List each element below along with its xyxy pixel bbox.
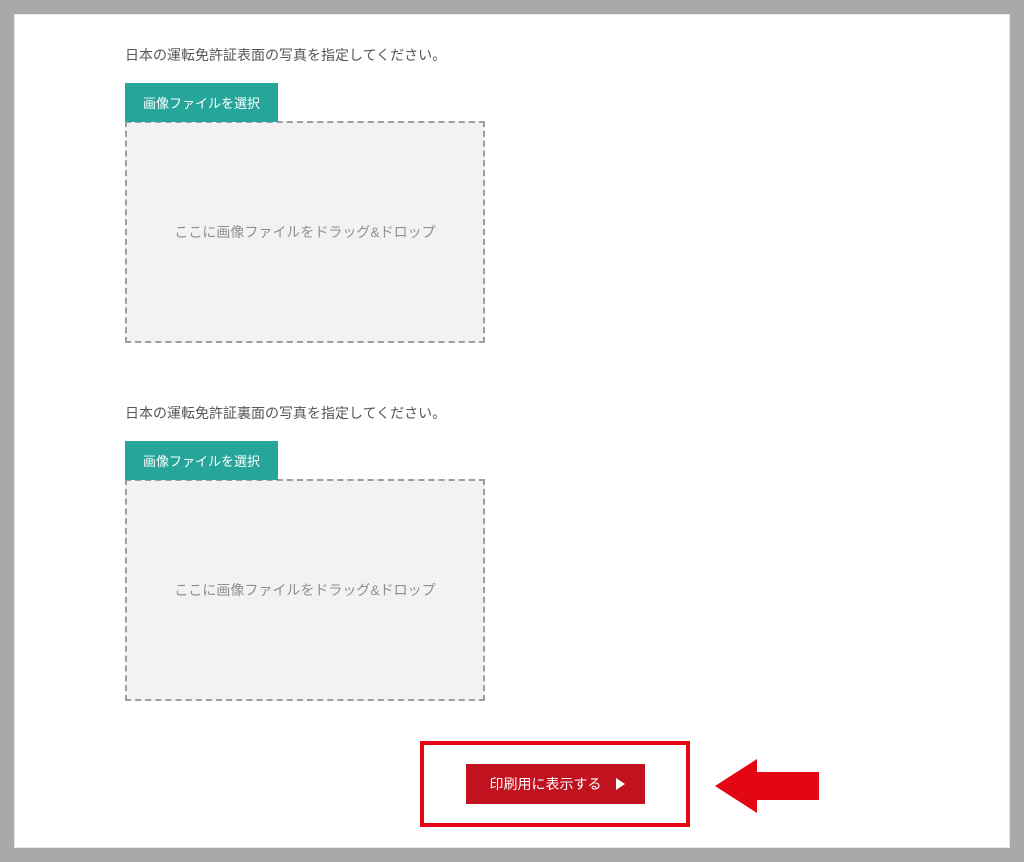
pointer-arrow-icon — [715, 759, 819, 813]
dropzone-text-back: ここに画像ファイルをドラッグ&ドロップ — [174, 580, 435, 600]
upload-block-back: 日本の運転免許証裏面の写真を指定してください。 画像ファイルを選択 ここに画像フ… — [125, 403, 899, 701]
page-container: 日本の運転免許証表面の写真を指定してください。 画像ファイルを選択 ここに画像フ… — [14, 14, 1010, 848]
play-icon — [616, 778, 625, 790]
dropzone-back[interactable]: ここに画像ファイルをドラッグ&ドロップ — [125, 479, 485, 701]
upload-block-front: 日本の運転免許証表面の写真を指定してください。 画像ファイルを選択 ここに画像フ… — [125, 45, 899, 343]
dropzone-text-front: ここに画像ファイルをドラッグ&ドロップ — [174, 222, 435, 242]
form-content: 日本の運転免許証表面の写真を指定してください。 画像ファイルを選択 ここに画像フ… — [15, 15, 1009, 701]
print-button-label: 印刷用に表示する — [490, 774, 602, 794]
print-preview-button[interactable]: 印刷用に表示する — [466, 764, 645, 804]
instruction-front: 日本の運転免許証表面の写真を指定してください。 — [125, 45, 899, 65]
action-area: 印刷用に表示する — [420, 741, 690, 827]
dropzone-front[interactable]: ここに画像ファイルをドラッグ&ドロップ — [125, 121, 485, 343]
instruction-back: 日本の運転免許証裏面の写真を指定してください。 — [125, 403, 899, 423]
select-file-button-front[interactable]: 画像ファイルを選択 — [125, 83, 278, 122]
select-file-button-back[interactable]: 画像ファイルを選択 — [125, 441, 278, 480]
